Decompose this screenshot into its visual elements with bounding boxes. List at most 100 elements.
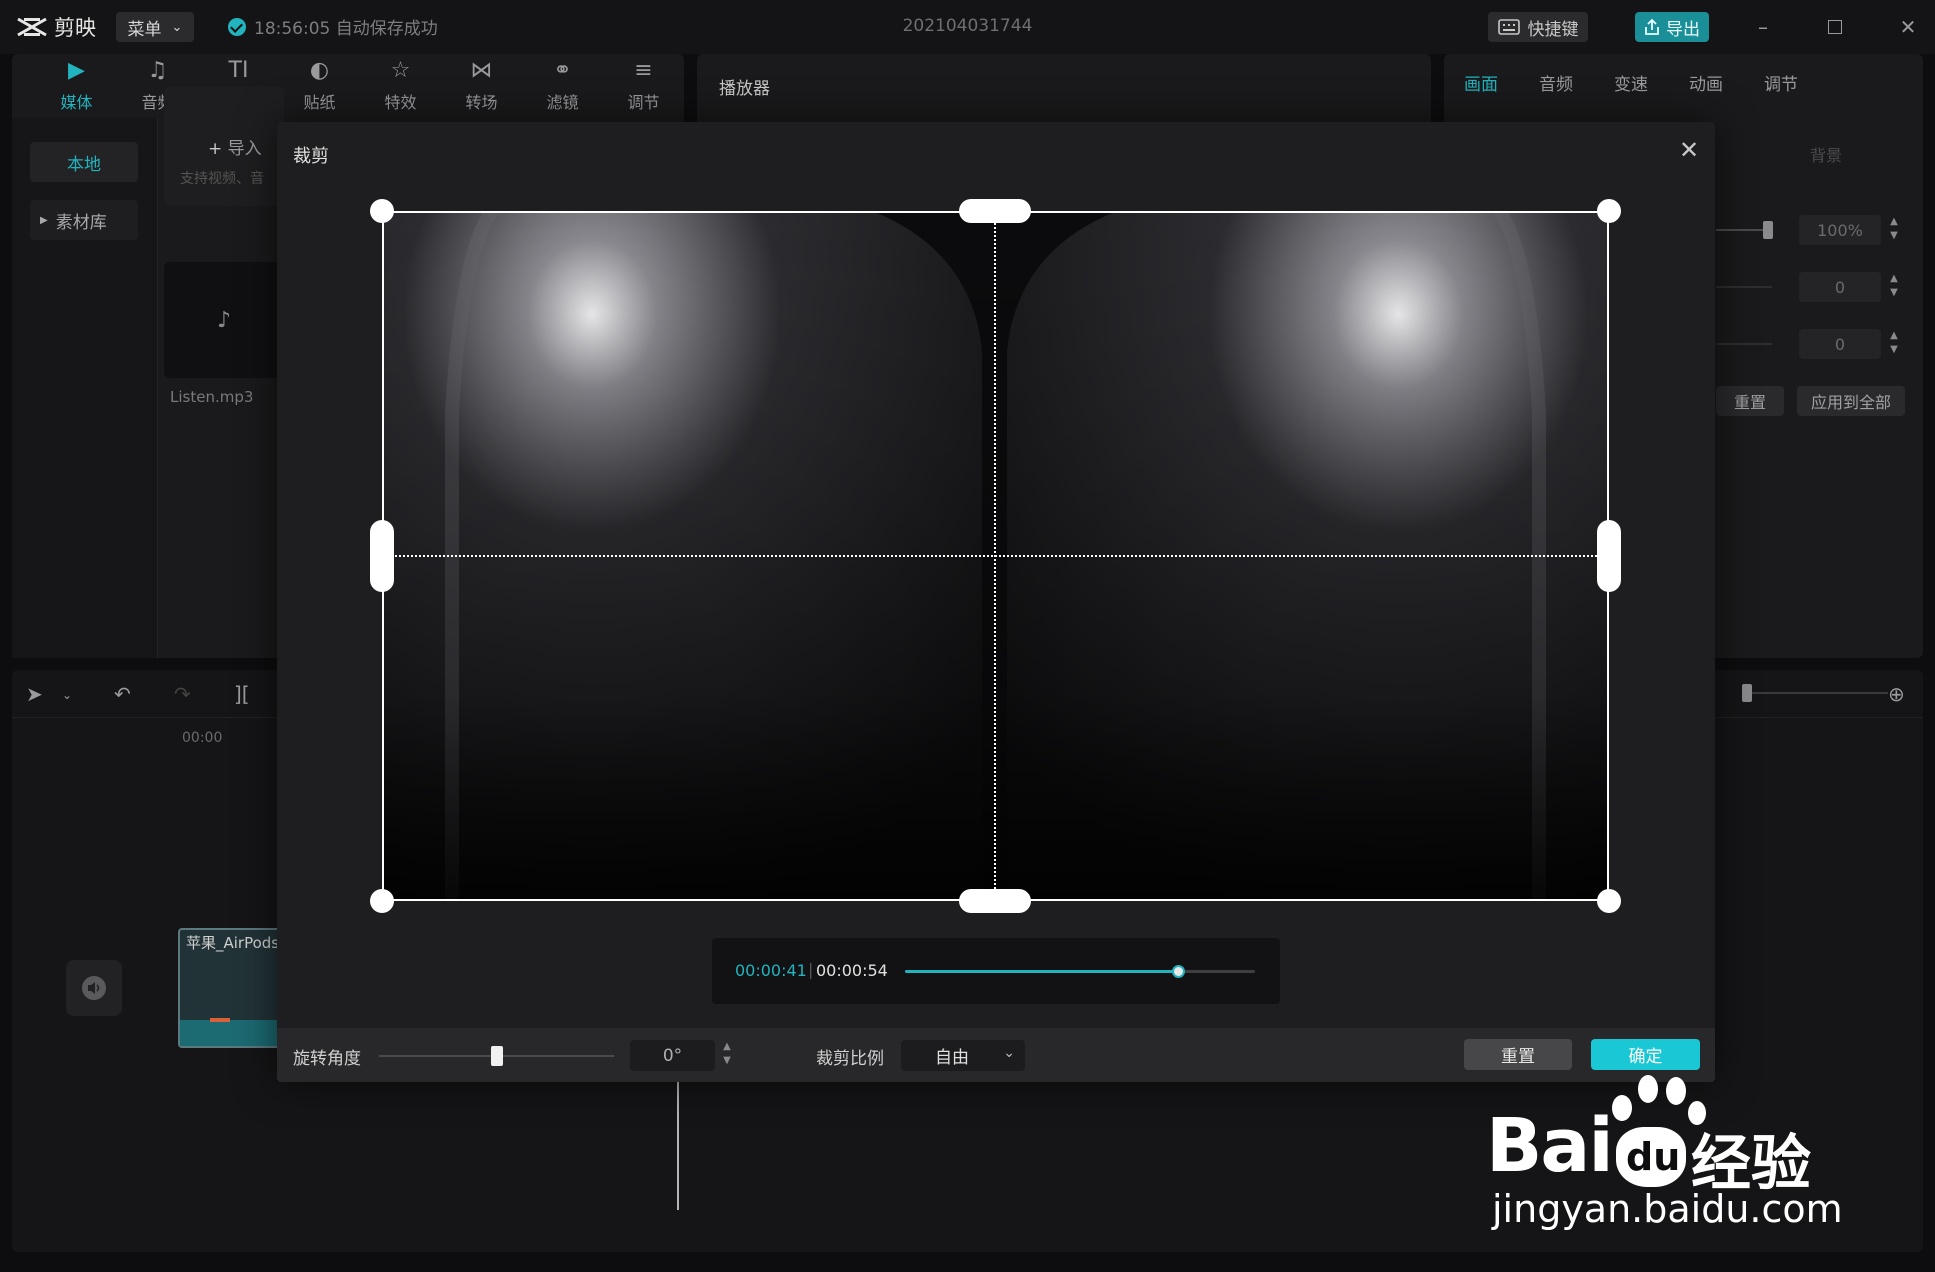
scale-slider-knob[interactable] xyxy=(1763,221,1773,239)
clip-marker xyxy=(210,1018,230,1022)
menu-button[interactable]: 菜单 ⌄ xyxy=(116,12,194,42)
tab-effects[interactable]: ☆ 特效 xyxy=(360,54,441,118)
split-icon[interactable]: ][ xyxy=(234,682,250,706)
sidebar-item-library[interactable]: ▶ 素材库 xyxy=(30,200,138,240)
rotation-stepper-icon[interactable]: ▲ ▼ xyxy=(717,1040,737,1071)
properties-tabs: 画面 音频 变速 动画 调节 xyxy=(1444,70,1839,95)
tab-transition[interactable]: ⋈ 转场 xyxy=(441,54,522,118)
crop-ratio-select[interactable]: 自由 ⌄ xyxy=(901,1040,1025,1071)
scale-input[interactable]: 100% xyxy=(1799,215,1881,245)
total-time: 00:00:54 xyxy=(816,961,888,980)
crop-dialog: 裁剪 ✕ 00:00:41 | 00:00:54 旋转角度 0° ▲ ▼ 裁剪比… xyxy=(277,122,1715,1082)
scale-stepper-icon[interactable]: ▲ ▼ xyxy=(1884,215,1904,246)
track-mute-button[interactable] xyxy=(66,960,122,1016)
tab-media[interactable]: ▶ 媒体 xyxy=(36,54,117,118)
seek-knob[interactable] xyxy=(1172,965,1185,978)
position-y-input[interactable]: 0 xyxy=(1799,329,1881,359)
tab-label: 贴纸 xyxy=(303,93,336,112)
props-reset-button[interactable]: 重置 xyxy=(1716,386,1784,416)
tool-tabs: ▶媒体♫音频TI文本◐贴纸☆特效⋈转场⚭滤镜≡调节 xyxy=(12,54,684,118)
crop-handle-top[interactable] xyxy=(959,199,1031,223)
seek-track[interactable] xyxy=(905,965,1255,978)
maximize-icon[interactable] xyxy=(1820,12,1850,42)
export-label: 导出 xyxy=(1666,19,1700,40)
props-tab-0[interactable]: 画面 xyxy=(1464,70,1539,95)
tab-label: 滤镜 xyxy=(546,93,579,112)
check-circle-icon xyxy=(228,17,246,36)
plus-icon: + xyxy=(208,139,223,159)
audio-icon: ♫ xyxy=(147,58,168,83)
autosave-text: 18:56:05 自动保存成功 xyxy=(254,19,438,39)
media-thumbnail[interactable]: ♪ xyxy=(164,262,284,378)
autosave-status: 18:56:05 自动保存成功 xyxy=(228,14,438,39)
close-window-icon[interactable]: ✕ xyxy=(1893,12,1923,42)
import-hint: 支持视频、音 xyxy=(180,171,264,187)
shortcut-button[interactable]: 快捷键 xyxy=(1488,12,1588,42)
title-bar: 剪映 菜单 ⌄ 18:56:05 自动保存成功 202104031744 快捷键… xyxy=(0,0,1935,54)
app-logo: 剪映 xyxy=(16,12,96,42)
tab-label: 调节 xyxy=(627,93,660,112)
zoom-slider-track[interactable] xyxy=(1748,692,1888,694)
app-name: 剪映 xyxy=(54,16,96,40)
chevron-down-icon: ⌄ xyxy=(1003,1045,1015,1061)
props-tab-4[interactable]: 调节 xyxy=(1764,70,1839,95)
sidebar-item-local[interactable]: 本地 xyxy=(30,142,138,182)
apply-all-button[interactable]: 应用到全部 xyxy=(1797,386,1905,416)
music-note-icon: ♪ xyxy=(216,307,232,333)
crop-frame[interactable] xyxy=(382,211,1609,901)
chevron-down-icon: ⌄ xyxy=(171,19,183,35)
crop-area[interactable] xyxy=(370,199,1621,913)
tab-label: 媒体 xyxy=(60,93,93,112)
player-title: 播放器 xyxy=(719,79,770,99)
preview-seek-bar: 00:00:41 | 00:00:54 xyxy=(712,938,1280,1004)
tab-sticker[interactable]: ◐ 贴纸 xyxy=(279,54,360,118)
sidebar-item-label: 本地 xyxy=(67,154,101,175)
position-x-stepper-icon[interactable]: ▲ ▼ xyxy=(1884,272,1904,303)
tab-label: 转场 xyxy=(465,93,498,112)
zoom-in-icon[interactable]: ⊕ xyxy=(1888,682,1905,706)
props-tab-3[interactable]: 动画 xyxy=(1689,70,1764,95)
tab-filter[interactable]: ⚭ 滤镜 xyxy=(522,54,603,118)
crop-handle-right[interactable] xyxy=(1597,520,1621,592)
export-button[interactable]: 导出 xyxy=(1635,12,1709,42)
crop-ratio-value: 自由 xyxy=(935,1048,969,1068)
crop-handle-top-right[interactable] xyxy=(1597,199,1621,223)
minimize-icon[interactable]: – xyxy=(1748,12,1778,42)
crop-ratio-label: 裁剪比例 xyxy=(816,1049,884,1069)
current-time: 00:00:41 xyxy=(735,961,807,980)
tab-adjust[interactable]: ≡ 调节 xyxy=(603,54,684,118)
zoom-slider-knob[interactable] xyxy=(1742,684,1752,702)
chevron-down-icon[interactable]: ⌄ xyxy=(62,688,72,702)
keyboard-icon xyxy=(1497,19,1520,35)
redo-icon[interactable]: ↷ xyxy=(174,682,191,706)
text-icon: TI xyxy=(228,58,249,83)
crop-handle-bottom-left[interactable] xyxy=(370,889,394,913)
select-cursor-icon[interactable]: ➤ xyxy=(26,682,43,706)
adjust-icon: ≡ xyxy=(634,58,653,83)
transition-icon: ⋈ xyxy=(470,58,493,83)
scale-slider-track[interactable] xyxy=(1716,229,1768,231)
media-file-name: Listen.mp3 xyxy=(170,388,254,406)
sidebar-item-label: 素材库 xyxy=(55,212,107,233)
close-icon[interactable]: ✕ xyxy=(1675,136,1703,164)
position-x-input[interactable]: 0 xyxy=(1799,272,1881,302)
media-icon: ▶ xyxy=(68,58,85,83)
filter-icon: ⚭ xyxy=(553,58,572,83)
crop-handle-bottom-right[interactable] xyxy=(1597,889,1621,913)
rotation-label: 旋转角度 xyxy=(293,1049,361,1069)
timeline-time-mark: 00:00 xyxy=(182,730,223,746)
undo-icon[interactable]: ↶ xyxy=(114,682,131,706)
props-tab-1[interactable]: 音频 xyxy=(1539,70,1614,95)
tab-label: 特效 xyxy=(384,93,417,112)
background-label[interactable]: 背景 xyxy=(1810,142,1842,166)
crop-handle-top-left[interactable] xyxy=(370,199,394,223)
rotation-input[interactable]: 0° xyxy=(630,1040,715,1071)
position-y-stepper-icon[interactable]: ▲ ▼ xyxy=(1884,329,1904,360)
crop-handle-bottom[interactable] xyxy=(959,889,1031,913)
import-button[interactable]: + 导入 xyxy=(208,134,262,159)
crop-handle-left[interactable] xyxy=(370,520,394,592)
speaker-icon xyxy=(82,976,106,1000)
rotation-slider-knob[interactable] xyxy=(490,1046,503,1066)
caret-right-icon: ▶ xyxy=(40,214,48,226)
props-tab-2[interactable]: 变速 xyxy=(1614,70,1689,95)
